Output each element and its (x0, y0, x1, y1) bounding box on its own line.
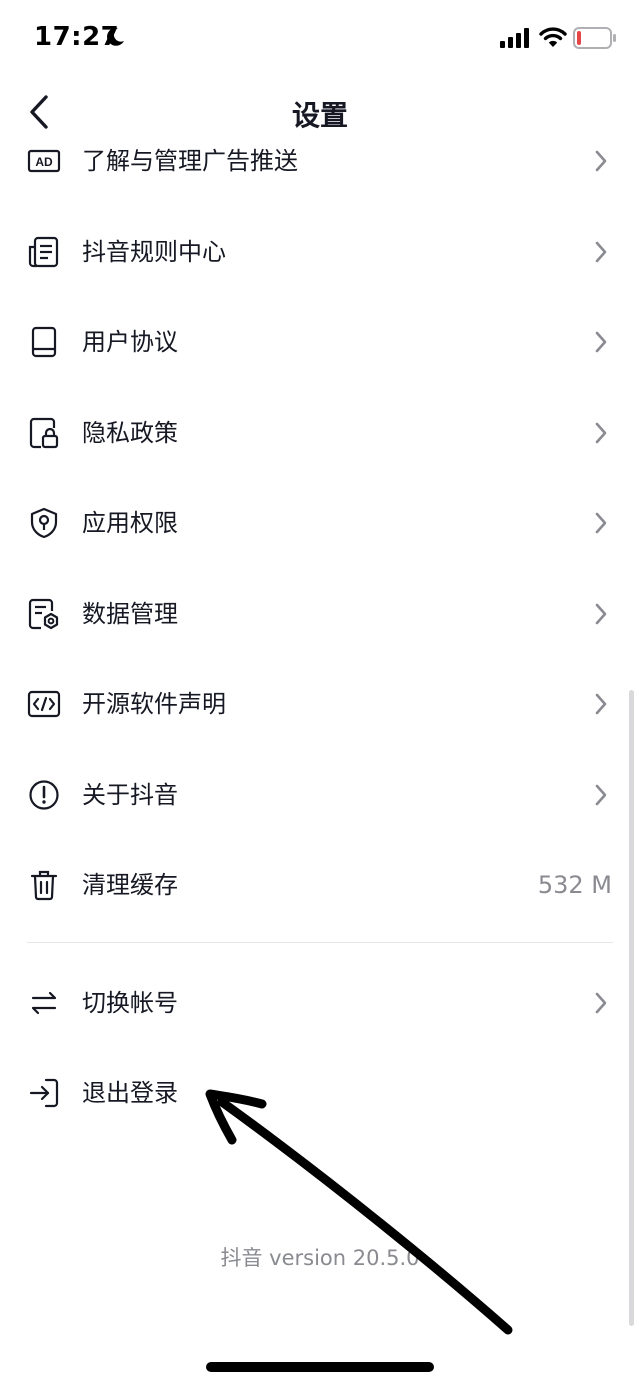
chevron-right-icon (595, 992, 607, 1014)
section-divider (27, 942, 613, 943)
document-gear-icon (28, 598, 59, 630)
settings-row-label: 清理缓存 (82, 871, 178, 899)
book-icon (31, 326, 57, 358)
scrollbar[interactable] (629, 690, 634, 1326)
status-bar: 17:27 (0, 0, 640, 80)
moon-icon (107, 27, 124, 46)
chevron-right-icon (595, 150, 607, 172)
settings-row-rules-center[interactable]: 抖音规则中心 (0, 207, 640, 297)
settings-row-label: 应用权限 (82, 509, 178, 537)
settings-row-app-permissions[interactable]: 应用权限 (0, 478, 640, 568)
ad-icon: AD (27, 149, 61, 173)
settings-row-ad-management[interactable]: AD 了解与管理广告推送 (0, 116, 640, 206)
battery-low-icon (573, 27, 616, 49)
settings-row-label: 抖音规则中心 (82, 238, 226, 266)
home-indicator[interactable] (206, 1362, 434, 1372)
info-exclamation-icon (29, 780, 59, 810)
cache-size-value: 532 M (537, 871, 612, 899)
cellular-signal-icon (500, 28, 529, 48)
chevron-right-icon (595, 512, 607, 534)
chevron-right-icon (595, 603, 607, 625)
shield-key-icon (30, 507, 58, 539)
settings-row-user-agreement[interactable]: 用户协议 (0, 297, 640, 387)
logout-icon (29, 1078, 59, 1108)
settings-row-label: 切换帐号 (82, 989, 178, 1017)
svg-text:AD: AD (35, 155, 53, 169)
settings-row-privacy-policy[interactable]: 隐私政策 (0, 388, 640, 478)
chevron-right-icon (595, 241, 607, 263)
settings-row-switch-account[interactable]: 切换帐号 (0, 958, 640, 1048)
settings-row-label: 开源软件声明 (82, 690, 226, 718)
settings-row-clear-cache[interactable]: 清理缓存 532 M (0, 840, 640, 930)
app-version-text: 抖音 version 20.5.0 (220, 1246, 420, 1270)
switch-arrows-icon (31, 991, 57, 1015)
trash-icon (30, 870, 58, 901)
settings-row-logout[interactable]: 退出登录 (0, 1048, 640, 1138)
chevron-right-icon (595, 784, 607, 806)
wifi-icon (539, 27, 567, 47)
settings-row-label: 隐私政策 (82, 419, 178, 447)
settings-row-label: 关于抖音 (82, 781, 178, 809)
settings-row-label: 了解与管理广告推送 (82, 147, 298, 175)
chevron-right-icon (595, 331, 607, 353)
chevron-right-icon (595, 422, 607, 444)
chevron-right-icon (595, 693, 607, 715)
document-lock-icon (29, 417, 59, 449)
document-list-icon (28, 236, 59, 268)
settings-row-data-management[interactable]: 数据管理 (0, 569, 640, 659)
settings-row-label: 数据管理 (82, 600, 178, 628)
settings-row-label: 退出登录 (82, 1079, 178, 1107)
settings-row-about[interactable]: 关于抖音 (0, 750, 640, 840)
settings-row-label: 用户协议 (82, 328, 178, 356)
settings-row-open-source[interactable]: 开源软件声明 (0, 659, 640, 749)
code-icon (27, 690, 61, 718)
